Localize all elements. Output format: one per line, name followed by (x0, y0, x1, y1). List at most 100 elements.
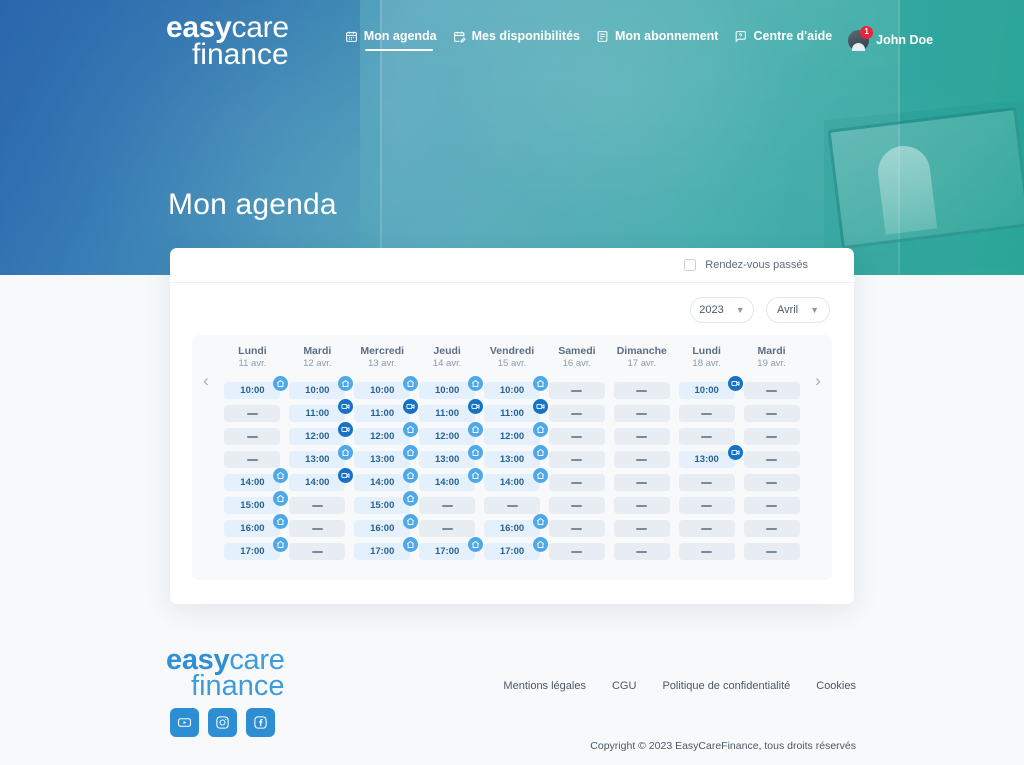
day-column: Dimanche 17 avr. (609, 345, 674, 566)
time-slot-label: 12:00 (499, 431, 525, 443)
time-slot-booked[interactable]: 12:00 (289, 422, 354, 446)
day-date: 15 avr. (497, 358, 527, 370)
time-slot-label: 17:00 (434, 546, 460, 558)
time-slot-label: 13:00 (305, 454, 330, 466)
day-name: Jeudi (433, 345, 461, 357)
instagram-icon[interactable] (208, 708, 237, 737)
time-slot-free (289, 520, 346, 538)
user-name: John Doe (876, 33, 934, 47)
time-slot-free (289, 497, 346, 515)
time-slot-booked[interactable]: 10:00 (419, 376, 484, 400)
time-slot-booked[interactable]: 11:00 (289, 399, 354, 423)
calendar-icon (345, 30, 358, 43)
time-slot-booked[interactable]: 13:00 (289, 445, 354, 469)
nav-items: Mon agenda Mes disponibilités Mon abonne… (345, 25, 934, 51)
time-slot-free (743, 520, 800, 538)
time-slot-booked[interactable]: 12:00 (419, 422, 484, 446)
time-slot-booked[interactable]: 12:00 (484, 422, 548, 446)
day-column-header: Samedi 16 avr. (558, 345, 595, 370)
time-slot-booked[interactable]: 15:00 (224, 491, 289, 515)
time-slot-label: 14:00 (370, 477, 395, 489)
logo-finance: finance (191, 37, 289, 71)
time-slot-label: 17:00 (370, 546, 395, 558)
time-slot-booked[interactable]: 14:00 (484, 468, 548, 492)
checkbox-box[interactable] (684, 259, 697, 271)
time-slot-label: 12:00 (434, 431, 460, 443)
time-slot-free (548, 543, 605, 561)
time-slot-booked[interactable]: 17:00 (419, 537, 484, 561)
time-slot-label: 14:00 (434, 477, 460, 489)
footer-link[interactable]: Mentions légales (503, 680, 586, 692)
time-slot-booked[interactable]: 14:00 (419, 468, 484, 492)
user-menu[interactable]: 1 John Doe (848, 25, 934, 51)
time-slot-booked[interactable]: 17:00 (224, 537, 289, 561)
footer-links: Mentions légales CGU Politique de confiden… (503, 680, 856, 692)
year-select[interactable]: 2023 ▼ (690, 297, 754, 323)
card-toolbar: Rendez-vous passés (170, 248, 854, 283)
time-slot-booked[interactable]: 15:00 (354, 491, 419, 515)
time-slot-free (678, 428, 735, 446)
youtube-icon[interactable] (170, 708, 199, 737)
nav-item-mon-abonnement[interactable]: Mon abonnement (596, 29, 718, 51)
time-slot-booked[interactable]: 13:00 (484, 445, 548, 469)
time-slot-booked[interactable]: 13:00 (354, 445, 419, 469)
facebook-icon[interactable] (246, 708, 275, 737)
day-date: 13 avr. (367, 358, 397, 370)
time-slot-booked[interactable]: 14:00 (224, 468, 289, 492)
time-slot-booked[interactable]: 11:00 (484, 399, 548, 423)
year-select-value: 2023 (699, 304, 724, 316)
day-column-header: Mercredi 13 avr. (360, 345, 404, 370)
nav-item-centre-daide[interactable]: Centre d'aide (734, 29, 832, 51)
time-slot-label: 10:00 (694, 385, 719, 397)
time-slot-free (743, 497, 800, 515)
month-select[interactable]: Avril ▼ (766, 297, 830, 323)
time-slot-booked[interactable]: 16:00 (224, 514, 289, 538)
next-week-button[interactable]: › (804, 345, 832, 391)
footer-link[interactable]: Cookies (816, 680, 856, 692)
prev-week-button[interactable]: ‹ (192, 345, 220, 391)
time-slot-booked[interactable]: 11:00 (354, 399, 419, 423)
time-slot-booked[interactable]: 11:00 (419, 399, 484, 423)
time-slot-free (678, 543, 735, 561)
header-logo[interactable]: easycare finance (166, 8, 289, 69)
time-slot-booked[interactable]: 17:00 (354, 537, 419, 561)
time-slot-free (678, 405, 735, 423)
time-slot-free (743, 543, 800, 561)
past-appointments-checkbox[interactable]: Rendez-vous passés (684, 259, 808, 271)
time-slot-booked[interactable]: 10:00 (678, 376, 743, 400)
footer-link[interactable]: Politique de confidentialité (662, 680, 790, 692)
time-slot-booked[interactable]: 10:00 (224, 376, 289, 400)
copyright-text: Copyright © 2023 EasyCareFinance, tous d… (590, 740, 856, 752)
time-slot-booked[interactable]: 14:00 (354, 468, 419, 492)
time-slot-booked[interactable]: 16:00 (484, 514, 548, 538)
time-slot-booked[interactable]: 10:00 (289, 376, 354, 400)
footer-logo-finance: finance (191, 669, 285, 702)
time-slot-free (743, 451, 800, 469)
time-slot-booked[interactable]: 16:00 (354, 514, 419, 538)
time-slot-label: 10:00 (240, 385, 265, 397)
day-name: Mercredi (360, 345, 405, 357)
footer-link[interactable]: CGU (612, 680, 636, 692)
time-slot-free (743, 474, 800, 492)
time-slot-booked[interactable]: 14:00 (289, 468, 354, 492)
help-chat-icon (734, 30, 747, 43)
hero-video-screen (827, 106, 1024, 250)
time-slot-free (743, 405, 800, 423)
day-date: 19 avr. (757, 358, 786, 370)
time-slot-booked[interactable]: 13:00 (419, 445, 484, 469)
time-slot-booked[interactable]: 13:00 (678, 445, 743, 469)
page-footer: easycare finance Mentions légales CGU Poli… (0, 620, 1024, 765)
agenda-grid: ‹ Lundi 11 avr. 10:00 14:00 15:00 16:00 17:00 M… (192, 335, 832, 581)
time-slot-booked[interactable]: 12:00 (354, 422, 419, 446)
time-slot-booked[interactable]: 10:00 (484, 376, 548, 400)
time-slot-label: 16:00 (240, 523, 265, 535)
footer-logo[interactable]: easycare finance (166, 646, 285, 702)
time-slot-booked[interactable]: 17:00 (484, 537, 548, 561)
checkbox-label: Rendez-vous passés (705, 259, 808, 271)
hero-banner: easycare finance Mon agenda Mes disponib… (0, 0, 1024, 275)
time-slot-booked[interactable]: 10:00 (354, 376, 419, 400)
nav-item-mon-agenda[interactable]: Mon agenda (345, 29, 437, 51)
time-slot-free (613, 543, 670, 561)
nav-item-mes-disponibilites[interactable]: Mes disponibilités (453, 29, 580, 51)
main-navigation: easycare finance Mon agenda Mes disponib… (0, 0, 1024, 69)
